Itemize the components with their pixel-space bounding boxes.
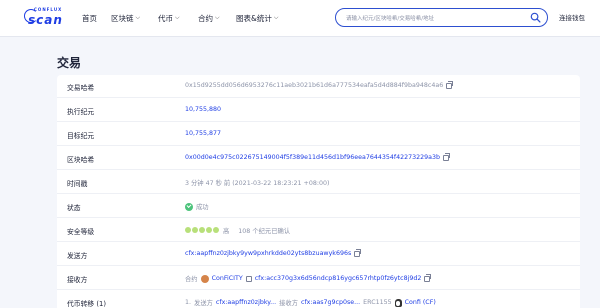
nav-tokens[interactable]: 代币 ⌵: [158, 0, 180, 36]
row-token-transfer: 代币转移 (1) 1. 发送方 cfx:aapffnz0zjbky... 接收方…: [57, 291, 580, 308]
row-security: 安全等级 高 108 个纪元已确认: [57, 219, 580, 242]
transfer-from-link[interactable]: cfx:aapffnz0zjbky...: [216, 299, 276, 306]
tx-hash-label: 交易哈希: [67, 84, 95, 92]
security-level-indicator: [185, 226, 220, 235]
security-detail-text: 108 个纪元已确认: [238, 228, 291, 235]
chevron-down-icon: ⌵: [135, 14, 141, 21]
transfer-to-link[interactable]: cfx:aas7g9cp0se...: [301, 299, 360, 306]
target-epoch-link[interactable]: 10,755,877: [185, 130, 221, 137]
copy-icon[interactable]: [354, 248, 362, 257]
search-input[interactable]: 请输入纪元/区块哈希/交易哈希/地址: [346, 14, 434, 22]
from-label: 发送方: [67, 252, 88, 260]
security-dot-icon: [213, 226, 219, 233]
security-value-group: 高 108 个纪元已确认: [185, 226, 290, 235]
block-hash-label: 区块哈希: [67, 156, 95, 164]
security-dot-icon: [185, 226, 191, 233]
contract-prefix: 合约: [185, 276, 198, 283]
logo-small-text: CONFLUX: [34, 7, 63, 12]
token-transfer-group: 1. 发送方 cfx:aapffnz0zjbky... 接收方 cfx:aas7…: [185, 298, 436, 307]
penguin-token-icon: [394, 298, 402, 307]
nav-home[interactable]: 首页: [82, 0, 97, 36]
logo-big-text: scan: [28, 13, 63, 27]
row-status: 状态 成功: [57, 195, 580, 218]
security-dot-icon: [206, 226, 212, 233]
chevron-down-icon: ⌵: [215, 14, 220, 21]
copy-icon[interactable]: [443, 152, 451, 161]
nav-blockchain-label: 区块链: [111, 13, 134, 23]
nav-contracts-label: 合约: [198, 13, 213, 23]
success-check-icon: [185, 202, 193, 211]
row-to: 接收方 合约 ConFiCITY cfx:acc370g3x6d56ndcp81…: [57, 267, 580, 290]
nav-tokens-label: 代币: [158, 13, 173, 23]
contract-name-link[interactable]: ConFiCITY: [212, 275, 243, 282]
copy-icon[interactable]: [446, 80, 454, 89]
chevron-down-icon: ⌵: [175, 14, 180, 21]
security-dot-icon: [192, 226, 198, 233]
row-from: 发送方 cfx:aapffnz0zjbky9yw9pxhrkdde02yts8b…: [57, 243, 580, 266]
transfer-to-label: 接收方: [279, 300, 298, 307]
row-exec-epoch: 执行纪元 10,755,880: [57, 99, 580, 122]
to-address-link[interactable]: cfx:acc370g3x6d56ndcp816ygc657rhtp0fz6yt…: [255, 275, 422, 282]
search-box[interactable]: 请输入纪元/区块哈希/交易哈希/地址: [335, 8, 548, 27]
row-timestamp: 时间戳 3 分钟 47 秒 前 (2021-03-22 18:23:21 +08…: [57, 171, 580, 194]
to-label: 接收方: [67, 276, 88, 284]
security-label: 安全等级: [67, 228, 95, 236]
timestamp-label: 时间戳: [67, 180, 88, 188]
top-navbar: CONFLUX scan 首页 区块链 ⌵ 代币 ⌵ 合约 ⌵ 图表&统计 ⌵ 请输入纪…: [0, 0, 600, 36]
security-dot-icon: [199, 226, 205, 233]
row-target-epoch: 目标纪元 10,755,877: [57, 123, 580, 146]
timestamp-value: 3 分钟 47 秒 前 (2021-03-22 18:23:21 +08:00): [185, 180, 330, 187]
conflux-scan-logo[interactable]: CONFLUX scan: [24, 7, 63, 29]
nav-blockchain[interactable]: 区块链 ⌵: [111, 0, 140, 36]
transfer-token-link[interactable]: Confi (CF): [405, 299, 436, 306]
transaction-detail-card: 交易哈希 0x15d9255dd056d6953276c11aeb3021b61…: [57, 75, 580, 308]
nav-charts[interactable]: 图表&统计 ⌵: [236, 0, 278, 36]
nav-home-label: 首页: [82, 13, 97, 23]
transfer-from-label: 发送方: [194, 300, 213, 307]
copy-icon[interactable]: [424, 273, 432, 282]
status-value: 成功: [196, 204, 209, 211]
exec-epoch-link[interactable]: 10,755,880: [185, 106, 221, 113]
from-address-link[interactable]: cfx:aapffnz0zjbky9yw9pxhrkdde02yts8bzuaw…: [185, 250, 351, 257]
row-block-hash: 区块哈希 0x00d0e4c975c022675149004f5f389e11d…: [57, 147, 580, 170]
tx-hash-value-group: 0x15d9255dd056d6953276c11aeb3021b61d6a77…: [185, 80, 454, 89]
status-label: 状态: [67, 204, 81, 212]
target-epoch-label: 目标纪元: [67, 132, 95, 140]
exec-epoch-label: 执行纪元: [67, 108, 95, 116]
to-value-group: 合约 ConFiCITY cfx:acc370g3x6d56ndcp816ygc…: [185, 273, 432, 283]
connect-wallet-button[interactable]: 连接钱包: [559, 12, 585, 22]
tx-hash-value: 0x15d9255dd056d6953276c11aeb3021b61d6a77…: [185, 82, 444, 89]
contract-verified-icon: [245, 275, 252, 282]
transfer-standard: ERC1155: [363, 299, 392, 306]
row-tx-hash: 交易哈希 0x15d9255dd056d6953276c11aeb3021b61…: [57, 75, 580, 98]
nav-charts-label: 图表&统计: [236, 13, 272, 23]
nav-contracts[interactable]: 合约 ⌵: [198, 0, 220, 36]
security-level-text: 高: [223, 228, 230, 235]
chevron-down-icon: ⌵: [273, 14, 279, 21]
transfer-index: 1.: [185, 299, 192, 306]
token-transfer-label: 代币转移 (1): [67, 300, 106, 308]
block-hash-link[interactable]: 0x00d0e4c975c022675149004f5f389e11d456d1…: [185, 154, 440, 161]
search-icon[interactable]: [530, 12, 541, 23]
page-title: 交易: [57, 56, 82, 70]
conficity-token-icon: [200, 274, 209, 283]
